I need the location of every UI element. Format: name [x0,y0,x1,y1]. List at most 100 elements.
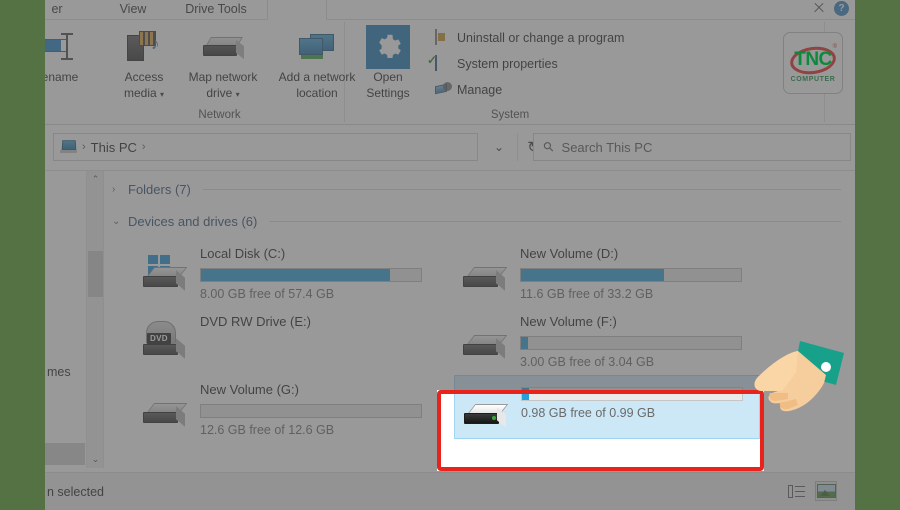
rename-icon [45,26,97,68]
open-settings-label-1: Open [373,70,403,84]
view-mode-buttons [785,481,837,501]
drive-name: New Volume (F:) [520,314,617,329]
nav-item-selected[interactable] [45,443,85,465]
file-explorer-window: er View Drive Tools ? ename ♪ Access med… [45,0,855,510]
media-server-icon: ♪ [107,26,181,68]
close-icon[interactable] [812,1,826,15]
manage-button[interactable]: Manage [435,82,502,98]
drive-free-space: 11.6 GB free of 33.2 GB [520,287,654,301]
group-devices-and-drives-label: Devices and drives (6) [128,213,258,229]
map-network-drive-button[interactable]: Map network drive ▾ [177,26,269,102]
ribbon-group-label-network: Network [198,109,241,121]
registered-icon: ® [832,44,837,50]
details-view-icon [787,484,805,498]
status-bar: n selected [45,472,855,510]
chevron-down-icon[interactable]: ▾ [160,90,164,99]
navigation-pane[interactable]: mes [45,171,87,468]
drive-free-space: 0.98 GB free of 0.99 GB [521,406,656,420]
ribbon-group-label-system: System [490,109,530,121]
drive-name: New Volume (D:) [520,246,619,261]
capacity-bar [200,404,422,418]
tnc-computer-logo: TNC ® COMPUTER [783,32,843,94]
system-properties-button[interactable]: System properties [435,55,558,72]
tab-view[interactable]: View [102,0,164,20]
drive-item-dvd-rw-drive-e[interactable]: DVD DVD RW Drive (E:) [134,307,426,373]
access-media-label-1: Access [124,70,164,84]
group-devices-and-drives[interactable]: ⌄ Devices and drives (6) [104,209,855,233]
tab-drive-tools[interactable]: Drive Tools [171,0,261,20]
tnc-logo-subtitle: COMPUTER [790,76,836,83]
breadcrumb-separator-icon: › [82,141,86,153]
breadcrumb-item-this-pc[interactable]: This PC [91,140,137,155]
view-large-icons-button[interactable] [815,481,837,501]
manage-label: Manage [457,83,503,97]
uninstall-or-change-program-button[interactable]: Uninstall or change a program [435,29,624,46]
capacity-bar [521,387,743,401]
scroll-up-icon[interactable]: ⌃ [87,171,104,188]
window-controls: ? [812,0,849,18]
drive-item-selected-usb[interactable]: 0.98 GB free of 0.99 GB [454,375,760,439]
drive-item-local-disk-c[interactable]: Local Disk (C:) 8.00 GB free of 57.4 GB [134,239,426,305]
usb-drive-icon [463,394,511,442]
ribbon-group-system: Open Settings Uninstall or change a prog… [345,22,825,122]
tnc-logo-text: TNC [794,49,832,70]
scroll-down-icon[interactable]: ⌄ [87,451,104,468]
tnc-logo-mark: TNC ® [787,43,839,78]
nav-item-partial-label: mes [47,365,71,379]
drive-item-new-volume-f[interactable]: New Volume (F:) 3.00 GB free of 3.04 GB [454,307,746,373]
dvd-drive-icon: DVD [142,321,190,373]
drives-grid: Local Disk (C:) 8.00 GB free of 57.4 GB … [104,235,855,445]
group-folders[interactable]: › Folders (7) [104,177,855,201]
drive-name: New Volume (G:) [200,382,299,397]
tab-manage[interactable] [267,0,327,20]
address-bar-row: › This PC › ⌄ ↻ ⚲ Search This PC [45,125,855,171]
group-divider [202,188,841,190]
capacity-bar-fill [521,269,664,281]
breadcrumb[interactable]: › This PC › [53,133,478,161]
drive-free-space: 8.00 GB free of 57.4 GB [200,287,335,301]
open-settings-button[interactable]: Open Settings [353,25,423,100]
ribbon-group-network: ename ♪ Access media ▾ Map network drive… [45,22,355,122]
chevron-down-icon[interactable]: ⌄ [112,216,122,227]
drive-item-new-volume-d[interactable]: New Volume (D:) 11.6 GB free of 33.2 GB [454,239,746,305]
drive-icon [142,393,190,441]
vertical-scrollbar[interactable]: ⌃ ⌄ [87,171,104,468]
group-folders-label: Folders (7) [128,181,191,197]
rename-label: ename [45,70,79,84]
rename-button[interactable]: ename [45,26,97,84]
search-placeholder: Search This PC [561,139,653,155]
group-divider [269,220,841,222]
capacity-bar-fill [522,388,529,400]
drive-free-space: 12.6 GB free of 12.6 GB [200,423,335,437]
drive-icon [462,325,510,373]
capacity-bar [520,336,742,350]
capacity-bar [520,268,742,282]
search-icon: ⚲ [539,137,558,156]
drive-free-space: 3.00 GB free of 3.04 GB [520,355,655,369]
drive-icon [462,257,510,305]
capacity-bar-fill [521,337,528,349]
access-media-button[interactable]: ♪ Access media ▾ [107,26,181,102]
search-input[interactable]: ⚲ Search This PC [533,133,851,161]
add-network-location-label-1: Add a network [278,70,356,84]
drive-item-new-volume-g[interactable]: New Volume (G:) 12.6 GB free of 12.6 GB [134,375,426,441]
this-pc-icon [60,140,77,154]
system-properties-icon [435,55,451,72]
manage-icon [435,82,452,98]
help-icon[interactable]: ? [834,0,849,16]
programs-icon [435,29,451,46]
system-properties-label: System properties [457,57,558,71]
status-text: n selected [47,484,104,499]
network-drive-icon [177,26,269,68]
gear-icon [353,25,423,69]
address-dropdown-button[interactable]: ⌄ [485,133,513,161]
content-area: mes ⌃ ⌄ › Folders (7) ⌄ Devices and driv… [45,171,855,468]
chevron-down-icon[interactable]: ▾ [236,90,240,99]
breadcrumb-separator-icon[interactable]: › [140,141,148,153]
tab-share[interactable]: er [45,0,83,20]
view-details-button[interactable] [785,481,807,501]
open-settings-label-2: Settings [366,86,410,100]
chevron-right-icon[interactable]: › [112,184,122,195]
scrollbar-thumb[interactable] [88,251,103,297]
capacity-bar [200,268,422,282]
